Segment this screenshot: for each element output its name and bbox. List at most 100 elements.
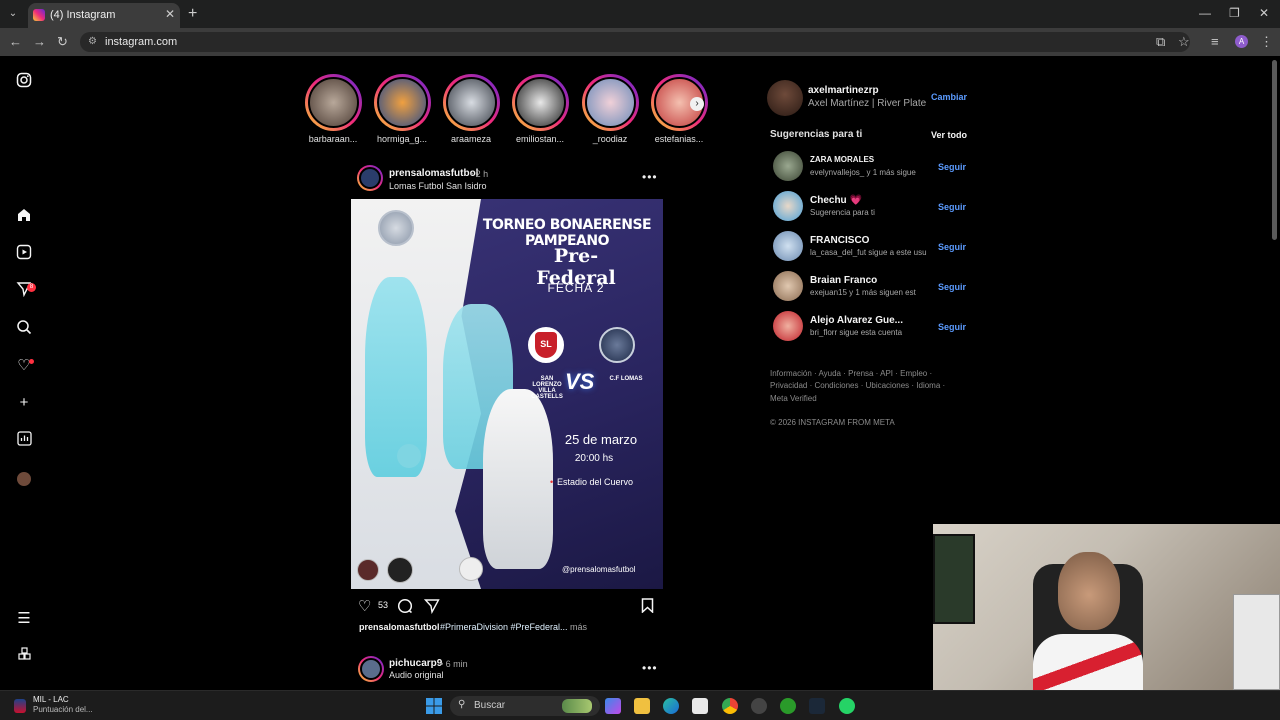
story-item[interactable]: hormiga_g... [372, 74, 432, 144]
windows-taskbar: MIL - LAC Puntuación del... ⚲ Buscar [0, 690, 1280, 720]
browser-menu-icon[interactable]: ⋮ [1260, 34, 1273, 50]
suggestion-avatar[interactable] [773, 151, 803, 181]
footer-links[interactable]: Meta Verified [770, 394, 817, 403]
close-tab-icon[interactable]: ✕ [165, 7, 175, 21]
obs-icon[interactable] [751, 698, 767, 714]
share-icon[interactable] [423, 598, 440, 619]
post-options-icon[interactable]: ••• [642, 661, 658, 675]
post-audio[interactable]: Audio original [389, 670, 444, 680]
follow-button[interactable]: Seguir [938, 322, 966, 332]
taskbar-search-input[interactable]: ⚲ Buscar [450, 696, 600, 716]
like-heart-icon[interactable]: ♡ [358, 597, 371, 615]
follow-button[interactable]: Seguir [938, 282, 966, 292]
steam-icon[interactable] [809, 698, 825, 714]
story-item[interactable]: _roodiaz [580, 74, 640, 144]
story-item[interactable]: barbaraan... [303, 74, 363, 144]
story-username: estefanias... [654, 134, 704, 144]
restore-icon[interactable]: ❐ [1229, 6, 1240, 20]
wall-poster [933, 534, 975, 624]
post-options-icon[interactable]: ••• [642, 170, 658, 184]
follow-button[interactable]: Seguir [938, 202, 966, 212]
footer-links[interactable]: Información · Ayuda · Prensa · API · Emp… [770, 369, 932, 378]
new-tab-icon[interactable]: + [188, 5, 197, 23]
search-highlight-icon [562, 699, 592, 713]
page-scrollbar[interactable] [1272, 60, 1277, 240]
taskbar-search-placeholder: Buscar [474, 700, 506, 711]
post-author-username[interactable]: pichucarp9 [389, 658, 442, 669]
browser-tab[interactable]: (4) Instagram ✕ [28, 3, 180, 28]
suggestion-name[interactable]: FRANCISCO [810, 235, 869, 246]
current-username[interactable]: axelmartinezrp [808, 85, 879, 96]
install-app-icon[interactable]: ⧉ [1156, 34, 1165, 50]
suggestion-name[interactable]: Braian Franco [810, 275, 877, 286]
windows-start-icon[interactable] [426, 698, 442, 719]
story-item[interactable]: araameza [441, 74, 501, 144]
post-location[interactable]: Lomas Futbol San Isidro [389, 181, 487, 191]
copilot-icon[interactable] [605, 698, 621, 714]
suggestions-header: Sugerencias para ti [770, 129, 863, 140]
minimize-icon[interactable]: — [1199, 6, 1211, 20]
caption-more-link[interactable]: más [570, 622, 587, 632]
location-pin-icon: • [550, 477, 554, 487]
switch-account-button[interactable]: Cambiar [931, 92, 967, 102]
profile-avatar[interactable] [17, 472, 31, 486]
back-icon[interactable]: ← [9, 34, 22, 49]
address-bar[interactable]: ⚙ instagram.com [80, 32, 1190, 52]
suggestion-avatar[interactable] [773, 311, 803, 341]
close-window-icon[interactable]: ✕ [1259, 6, 1269, 20]
story-username: _roodiaz [592, 134, 628, 144]
store-icon[interactable] [692, 698, 708, 714]
suggestion-reason: la_casa_del_fut sigue a este usu [810, 248, 927, 257]
save-bookmark-icon[interactable] [641, 598, 654, 618]
forward-icon[interactable]: → [33, 34, 46, 49]
chrome-icon[interactable] [722, 698, 738, 714]
news-widget-title[interactable]: MIL - LAC [33, 695, 69, 704]
suggestion-reason: bri_florr sigue esta cuenta [810, 328, 903, 337]
current-user-avatar[interactable] [767, 80, 803, 116]
profile-avatar-icon[interactable]: A [1235, 35, 1248, 48]
story-username: araameza [450, 134, 492, 144]
stories-next-chevron-icon[interactable]: › [690, 97, 704, 111]
suggestion-name[interactable]: Alejo Alvarez Gue... [810, 315, 903, 326]
more-menu-icon[interactable]: ☰ [14, 609, 34, 629]
suggestion-avatar[interactable] [773, 231, 803, 261]
suggestion-name[interactable]: ZARA MORALES [810, 155, 874, 164]
bookmark-star-icon[interactable]: ☆ [1178, 34, 1190, 50]
comment-icon[interactable] [397, 598, 413, 619]
notification-dot [29, 359, 34, 364]
home-icon[interactable] [14, 207, 34, 227]
post-author-username[interactable]: prensalomasfutbol [389, 168, 478, 179]
post-author-avatar[interactable] [358, 656, 384, 682]
suggestion-avatar[interactable] [773, 271, 803, 301]
file-explorer-icon[interactable] [634, 698, 650, 714]
suggestion-name[interactable]: Chechu 💗 [810, 195, 862, 206]
match-hour: 20:00 hs [574, 453, 614, 464]
nba-news-icon[interactable] [14, 699, 26, 713]
footer-links[interactable]: Privacidad · Condiciones · Ubicaciones ·… [770, 381, 945, 390]
story-item[interactable]: emiliostan... [510, 74, 570, 144]
sponsor-logo [459, 557, 483, 581]
follow-button[interactable]: Seguir [938, 242, 966, 252]
reload-icon[interactable]: ↻ [57, 34, 68, 50]
search-icon[interactable] [14, 319, 34, 339]
suggestion-avatar[interactable] [773, 191, 803, 221]
instagram-logo-icon[interactable] [14, 72, 34, 92]
create-plus-icon[interactable]: + [14, 393, 34, 413]
browser-tab-bar: ⌄ (4) Instagram ✕ + — ❐ ✕ [0, 0, 1280, 28]
xbox-icon[interactable] [780, 698, 796, 714]
caption-hashtags[interactable]: #PrimeraDivision #PreFederal... [440, 622, 568, 632]
site-info-icon[interactable]: ⚙ [88, 36, 97, 47]
caption-username[interactable]: prensalomasfutbol [359, 622, 440, 632]
post-author-avatar[interactable] [357, 165, 383, 191]
also-from-meta-icon[interactable] [14, 646, 34, 666]
like-count[interactable]: 53 [378, 600, 388, 610]
post-image[interactable]: TORNEO BONAERENSE PAMPEANO Pre-Federal F… [351, 199, 663, 589]
follow-button[interactable]: Seguir [938, 162, 966, 172]
media-controls-icon[interactable]: ≡ [1211, 34, 1219, 49]
reels-icon[interactable] [14, 244, 34, 264]
whatsapp-icon[interactable] [839, 698, 855, 714]
tab-search-icon[interactable]: ⌄ [6, 7, 20, 21]
edge-icon[interactable] [663, 698, 679, 714]
dashboard-icon[interactable] [14, 431, 34, 451]
see-all-link[interactable]: Ver todo [931, 130, 967, 140]
